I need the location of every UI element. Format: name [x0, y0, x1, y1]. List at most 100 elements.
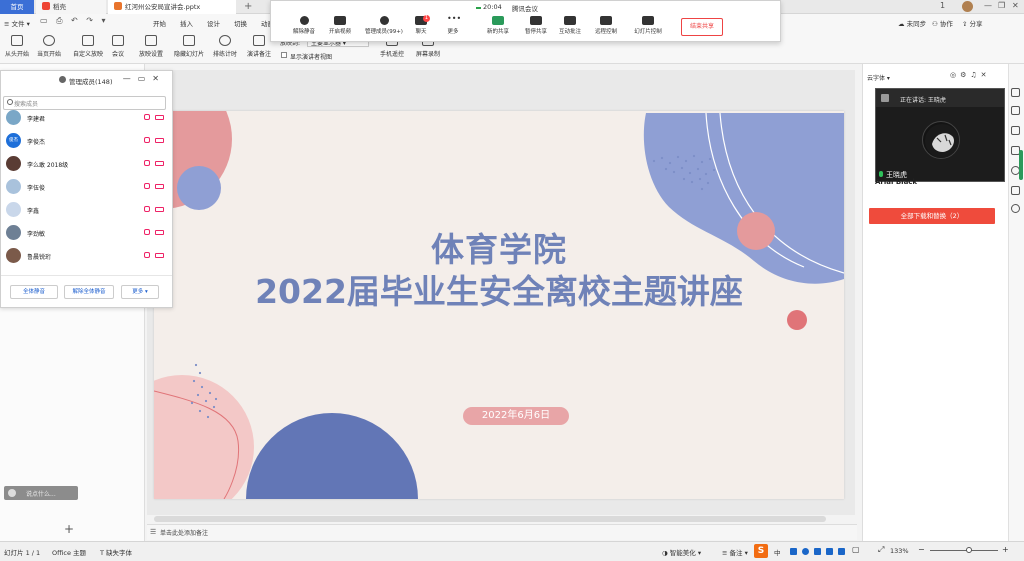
zoom-slider-track[interactable]: [930, 550, 998, 551]
camera-off-icon[interactable]: [155, 161, 164, 166]
member-row[interactable]: 李么敢 2018级: [1, 152, 172, 175]
mic-off-icon[interactable]: [144, 137, 150, 143]
camera-off-icon[interactable]: [155, 184, 164, 189]
member-row[interactable]: 李鑫: [1, 198, 172, 221]
play-current-button[interactable]: 当页开始: [34, 35, 64, 58]
window-badge: 1: [940, 1, 946, 10]
annotate-button[interactable]: 互动批注: [555, 16, 585, 35]
add-slide-button[interactable]: +: [64, 522, 74, 536]
play-current-label: 当页开始: [36, 51, 61, 58]
ime-mode[interactable]: 中: [774, 547, 781, 557]
mic-off-icon[interactable]: [144, 229, 150, 235]
more-button[interactable]: ••• 更多: [443, 15, 463, 36]
sync-status[interactable]: ☁ 未同步: [898, 18, 926, 28]
hide-slide-button[interactable]: 隐藏幻灯片: [172, 35, 206, 58]
pause-share-button[interactable]: 暂停共享: [521, 16, 551, 35]
new-share-button[interactable]: 新的共享: [483, 16, 513, 35]
meeting-button[interactable]: 会议: [108, 35, 128, 58]
tab-docer[interactable]: 稻壳: [36, 0, 106, 14]
mic-off-icon[interactable]: [144, 206, 150, 212]
presenter-view-checkbox[interactable]: [281, 52, 287, 58]
slide-date-badge[interactable]: 2022年6月6日: [463, 407, 569, 425]
fit-window-icon[interactable]: ▢: [852, 545, 860, 554]
tab-pptx-file[interactable]: 红河州公安局宣讲会.pptx: [108, 0, 236, 14]
unmute-all-button[interactable]: 解除全体静音: [64, 285, 114, 299]
missing-font-button[interactable]: T 缺失字体: [100, 547, 132, 557]
member-row[interactable]: 俊杰 李俊杰: [1, 129, 172, 152]
location-icon[interactable]: [1011, 204, 1020, 213]
magic-icon[interactable]: [1011, 126, 1020, 135]
play-from-start-button[interactable]: 从头开始: [2, 35, 32, 58]
unmute-button[interactable]: 解除静音: [289, 16, 319, 35]
add-tab-button[interactable]: +: [244, 1, 252, 12]
skin-icon[interactable]: [826, 548, 833, 555]
fullscreen-icon[interactable]: ⤢: [878, 545, 884, 555]
minimize-button[interactable]: —: [984, 1, 992, 10]
camera-off-icon[interactable]: [155, 207, 164, 212]
camera-off-icon[interactable]: [155, 230, 164, 235]
mic-off-icon[interactable]: [144, 160, 150, 166]
cloud-font-title[interactable]: 云字体 ▾: [867, 73, 890, 82]
mic-off-icon[interactable]: [144, 114, 150, 120]
menu-insert[interactable]: 插入: [180, 18, 193, 28]
adjust-icon[interactable]: [1011, 106, 1020, 115]
zoom-level[interactable]: 133%: [890, 547, 909, 555]
mic-off-icon[interactable]: [144, 252, 150, 258]
member-row[interactable]: 李劲敏: [1, 221, 172, 244]
toolbox-icon[interactable]: [838, 548, 845, 555]
file-menu[interactable]: ≡ 文件 ▾: [4, 18, 30, 28]
member-row[interactable]: 李建君: [1, 106, 172, 129]
slide[interactable]: 体育学院 2022届毕业生安全离校主题讲座 2022年6月6日: [154, 111, 844, 499]
quick-access-icons[interactable]: ▭ ⎙ ↶ ↷ ▾: [40, 16, 109, 26]
punctuation-icon[interactable]: [790, 548, 797, 555]
custom-show-button[interactable]: 自定义放映: [70, 35, 106, 58]
download-replace-all-button[interactable]: 全部下载和替换（2）: [869, 208, 995, 224]
slide-control-button[interactable]: 幻灯片控制: [631, 16, 665, 35]
member-row[interactable]: 李伍俊: [1, 175, 172, 198]
share-icon[interactable]: [1011, 186, 1020, 195]
slide-title-line2[interactable]: 2022届毕业生安全离校主题讲座: [154, 265, 844, 313]
zoom-in-button[interactable]: +: [1002, 545, 1009, 554]
start-video-button[interactable]: 开启视频: [325, 16, 355, 35]
end-share-button[interactable]: 结束共享: [681, 18, 723, 36]
menu-design[interactable]: 设计: [207, 18, 220, 28]
pin-icon[interactable]: [1011, 88, 1020, 97]
member-avatar: [6, 156, 21, 171]
remote-control-button[interactable]: 远程控制: [591, 16, 621, 35]
notes-area[interactable]: [147, 524, 857, 540]
smart-beautify-button[interactable]: ◑ 智能美化 ▾: [662, 547, 701, 557]
tab-home[interactable]: 首页: [0, 0, 34, 14]
now-speaking-label: 正在讲话: 王晓虎: [900, 97, 946, 104]
camera-off-icon[interactable]: [155, 115, 164, 120]
panel-controls-icons[interactable]: ◎⚙♫✕: [950, 71, 991, 79]
slide-title-line1[interactable]: 体育学院: [154, 223, 844, 271]
mute-all-button[interactable]: 全体静音: [10, 285, 58, 299]
camera-off-icon[interactable]: [155, 253, 164, 258]
camera-off-icon[interactable]: [155, 138, 164, 143]
mic-off-icon[interactable]: [144, 183, 150, 189]
theme-name[interactable]: Office 主题: [52, 547, 86, 557]
chat-placeholder: 说点什么...: [26, 491, 56, 498]
notes-toggle-button[interactable]: ≡ 备注 ▾: [722, 547, 748, 557]
member-row[interactable]: 鲁晨锐珩: [1, 244, 172, 267]
user-avatar[interactable]: [962, 1, 973, 12]
zoom-out-button[interactable]: −: [918, 545, 925, 554]
maximize-button[interactable]: ❐: [998, 1, 1005, 10]
zoom-slider-handle[interactable]: [966, 547, 972, 553]
close-button[interactable]: ✕: [1012, 1, 1019, 10]
members-more-button[interactable]: 更多 ▾: [121, 285, 159, 299]
menu-transition[interactable]: 切换: [234, 18, 247, 28]
panel-window-controls[interactable]: —▭✕: [123, 74, 166, 83]
side-scroll-indicator[interactable]: [1019, 150, 1023, 180]
pink-circle-bottomleft: [154, 375, 254, 499]
menu-start[interactable]: 开始: [153, 18, 166, 28]
ime-logo-icon[interactable]: S: [754, 544, 768, 558]
show-settings-button[interactable]: 放映设置: [132, 35, 170, 58]
keyboard-icon[interactable]: [814, 548, 821, 555]
rehearse-timing-button[interactable]: 排练计时: [208, 35, 242, 58]
manage-members-button[interactable]: 管理成员(99+): [361, 16, 407, 35]
horizontal-scrollbar[interactable]: [154, 516, 826, 522]
share-button[interactable]: ⇪ 分享: [962, 18, 983, 28]
mic-icon[interactable]: [802, 548, 809, 555]
collab-button[interactable]: ⚇ 协作: [932, 18, 953, 28]
